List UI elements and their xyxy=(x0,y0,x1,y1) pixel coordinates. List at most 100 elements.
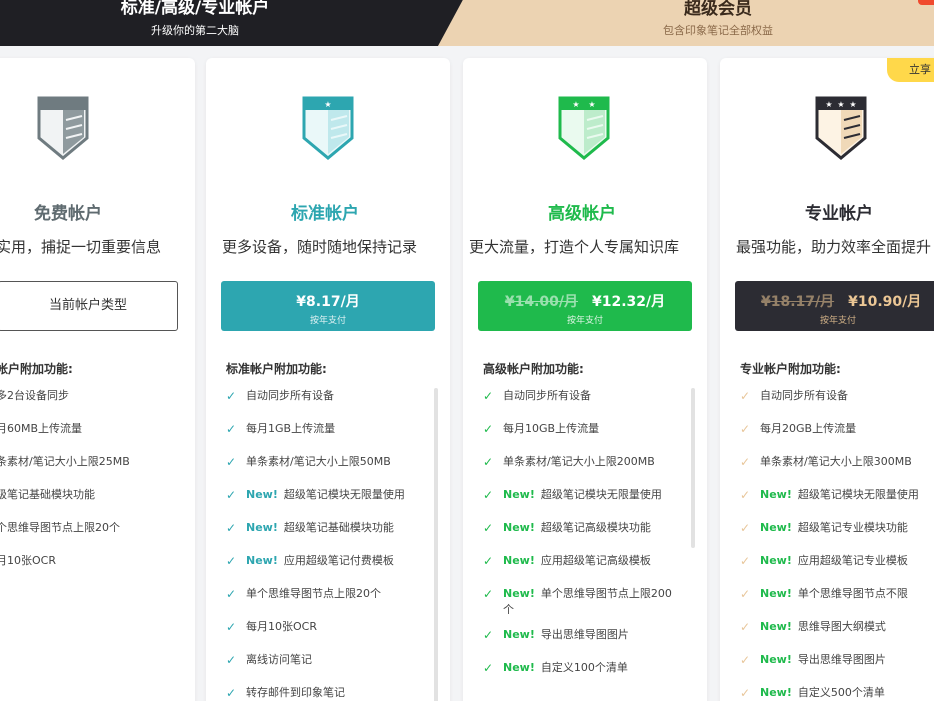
feature-text: 离线访问笔记 xyxy=(246,653,312,666)
plan-name: 高级帐户 xyxy=(548,204,616,224)
price: ¥10.90/月 xyxy=(848,294,922,310)
feature-text: 超级笔记模块无限量使用 xyxy=(540,488,662,501)
check-icon: ✓ xyxy=(226,521,237,535)
price-button[interactable]: ¥8.17/月 按年支付 xyxy=(221,281,435,331)
features-title: 帐户附加功能: xyxy=(0,362,73,376)
check-icon: ✓ xyxy=(483,389,494,403)
check-icon: ✓ xyxy=(226,686,237,700)
feature-text: 应用超级笔记付费模板 xyxy=(283,554,394,567)
check-icon: ✓ xyxy=(740,455,751,469)
check-icon: ✓ xyxy=(483,488,494,502)
check-icon: ✓ xyxy=(226,488,237,502)
feature-item: ✓ 自动同步所有设备 xyxy=(226,388,405,404)
feature-item: ✓ New! 自定义500个清单 xyxy=(740,685,919,701)
original-price: ¥18.17/月 xyxy=(761,294,835,310)
price: ¥12.32/月 xyxy=(592,294,666,310)
tab-title: 标准/高级/专业帐户 xyxy=(120,0,270,18)
price-button[interactable]: ¥18.17/月 ¥10.90/月 按年支付 xyxy=(735,281,934,331)
feature-text: 每月10GB上传流量 xyxy=(503,422,600,435)
shield-icon: ★ ★ xyxy=(558,96,610,160)
feature-text: 每月1GB上传流量 xyxy=(246,422,336,435)
check-icon: ✓ xyxy=(740,488,751,502)
plan-tagline: 更多设备，随时随地保持记录 xyxy=(222,238,418,256)
new-label: New! xyxy=(760,620,792,633)
feature-text: 自动同步所有设备 xyxy=(246,389,334,402)
feature-item: ✓ New! 应用超级笔记付费模板 xyxy=(226,553,405,569)
price-note: 按年支付 xyxy=(566,316,603,326)
feature-item: ✓ 每月10GB上传流量 xyxy=(483,421,673,437)
svg-text:★: ★ xyxy=(837,100,844,109)
new-label: New! xyxy=(503,488,535,501)
check-icon: ✓ xyxy=(483,587,494,601)
feature-text: 自动同步所有设备 xyxy=(760,389,848,402)
check-icon: ✓ xyxy=(483,661,494,675)
feature-text: 单条素材/笔记大小上限50MB xyxy=(246,455,391,468)
feature-item: ✓ New! 应用超级笔记专业模板 xyxy=(740,553,919,569)
feature-item: ✓ New! 单个思维导图节点上限200个 xyxy=(483,586,673,618)
price-row: ¥18.17/月 ¥10.90/月 xyxy=(735,291,934,311)
plan-tagline: 最强功能，助力效率全面提升 xyxy=(736,238,932,256)
feature-text: 应用超级笔记专业模板 xyxy=(797,554,908,567)
plan-card-pro: ★ ★ ★ 专业帐户 最强功能，助力效率全面提升 ¥18.17/月 ¥10.90/… xyxy=(720,58,934,701)
svg-text:★: ★ xyxy=(572,100,579,109)
plan-tagline: 实用，捕捉一切重要信息 xyxy=(0,238,162,256)
features-title: 标准帐户附加功能: xyxy=(226,362,327,376)
check-icon: ✓ xyxy=(226,587,237,601)
feature-list: ✓ 自动同步所有设备 ✓ 每月1GB上传流量 ✓ 单条素材/笔记大小上限50MB ✓ New!… xyxy=(226,388,405,701)
feature-item: ✓ New! 自定义100个清单 xyxy=(483,660,673,676)
feature-item: ✓ New! 应用超级笔记高级模板 xyxy=(483,553,673,569)
feature-text: 导出思维导图图片 xyxy=(797,653,886,666)
feature-text: 自定义500个清单 xyxy=(797,686,885,699)
pricing-page: 标准/高级/专业帐户 升级你的第二大脑 超级会员 包含印象笔记全部权益 免费帐户… xyxy=(0,0,934,701)
new-label: New! xyxy=(760,521,792,534)
feature-text: 单个思维导图节点不限 xyxy=(797,587,908,600)
plan-card-free: 免费帐户 实用，捕捉一切重要信息 当前帐户类型 帐户附加功能: 多2台设备同步月… xyxy=(0,58,195,701)
price-row: ¥14.00/月 ¥12.32/月 xyxy=(478,291,692,311)
new-label: New! xyxy=(503,587,535,600)
check-icon: ✓ xyxy=(483,422,494,436)
new-label: New! xyxy=(246,554,278,567)
feature-item: ✓ New! 超级笔记模块无限量使用 xyxy=(740,487,919,503)
plan-tabs: 标准/高级/专业帐户 升级你的第二大脑 超级会员 包含印象笔记全部权益 xyxy=(0,0,934,46)
feature-text: 单个思维导图节点上限20个 xyxy=(246,587,381,600)
check-icon: ✓ xyxy=(226,554,237,568)
check-icon: ✓ xyxy=(483,521,494,535)
feature-text: 每月10张OCR xyxy=(246,620,317,633)
shield-icon: ★ xyxy=(302,96,354,160)
tab-standard-premium-pro[interactable]: 标准/高级/专业帐户 升级你的第二大脑 xyxy=(0,0,470,46)
new-label: New! xyxy=(503,628,535,641)
plan-name: 专业帐户 xyxy=(805,204,873,224)
feature-item: ✓ 单个思维导图节点上限20个 xyxy=(226,586,405,602)
feature-text: 超级笔记模块无限量使用 xyxy=(283,488,405,501)
feature-text: 自动同步所有设备 xyxy=(503,389,591,402)
new-label: New! xyxy=(760,554,792,567)
new-label: New! xyxy=(503,661,535,674)
plan-card-premium: ★ ★ 高级帐户 更大流量，打造个人专属知识库 ¥14.00/月 ¥12.32/月… xyxy=(463,58,707,701)
scrollbar[interactable] xyxy=(434,388,438,701)
feature-item: ✓ 每月20GB上传流量 xyxy=(740,421,919,437)
feature-text: 转存邮件到印象笔记 xyxy=(246,686,345,699)
plan-name: 标准帐户 xyxy=(291,204,359,224)
current-plan-button[interactable]: 当前帐户类型 xyxy=(0,281,178,331)
new-label: New! xyxy=(503,554,535,567)
price-button[interactable]: ¥14.00/月 ¥12.32/月 按年支付 xyxy=(478,281,692,331)
feature-item: ✓ 单条素材/笔记大小上限300MB xyxy=(740,454,919,470)
feature-text: 超级笔记模块无限量使用 xyxy=(797,488,919,501)
check-icon: ✓ xyxy=(226,455,237,469)
check-icon: ✓ xyxy=(740,389,751,403)
feature-text: 超级笔记专业模块功能 xyxy=(797,521,908,534)
feature-item: ✓ 离线访问笔记 xyxy=(226,652,405,668)
promo-ribbon[interactable]: 立享 xyxy=(887,58,934,82)
feature-item: ✓ 自动同步所有设备 xyxy=(483,388,673,404)
tab-super-member[interactable]: 超级会员 包含印象笔记全部权益 xyxy=(438,0,934,46)
svg-text:★: ★ xyxy=(324,100,331,109)
check-icon: ✓ xyxy=(740,554,751,568)
price-row: ¥8.17/月 xyxy=(221,291,435,311)
feature-text: 导出思维导图图片 xyxy=(540,628,629,641)
new-label: New! xyxy=(503,521,535,534)
plan-card-standard: ★ 标准帐户 更多设备，随时随地保持记录 ¥8.17/月 按年支付 标准帐户附加… xyxy=(206,58,450,701)
new-label: New! xyxy=(760,686,792,699)
check-icon: ✓ xyxy=(226,422,237,436)
feature-item: ✓ New! 单个思维导图节点不限 xyxy=(740,586,919,602)
scrollbar[interactable] xyxy=(691,388,695,548)
